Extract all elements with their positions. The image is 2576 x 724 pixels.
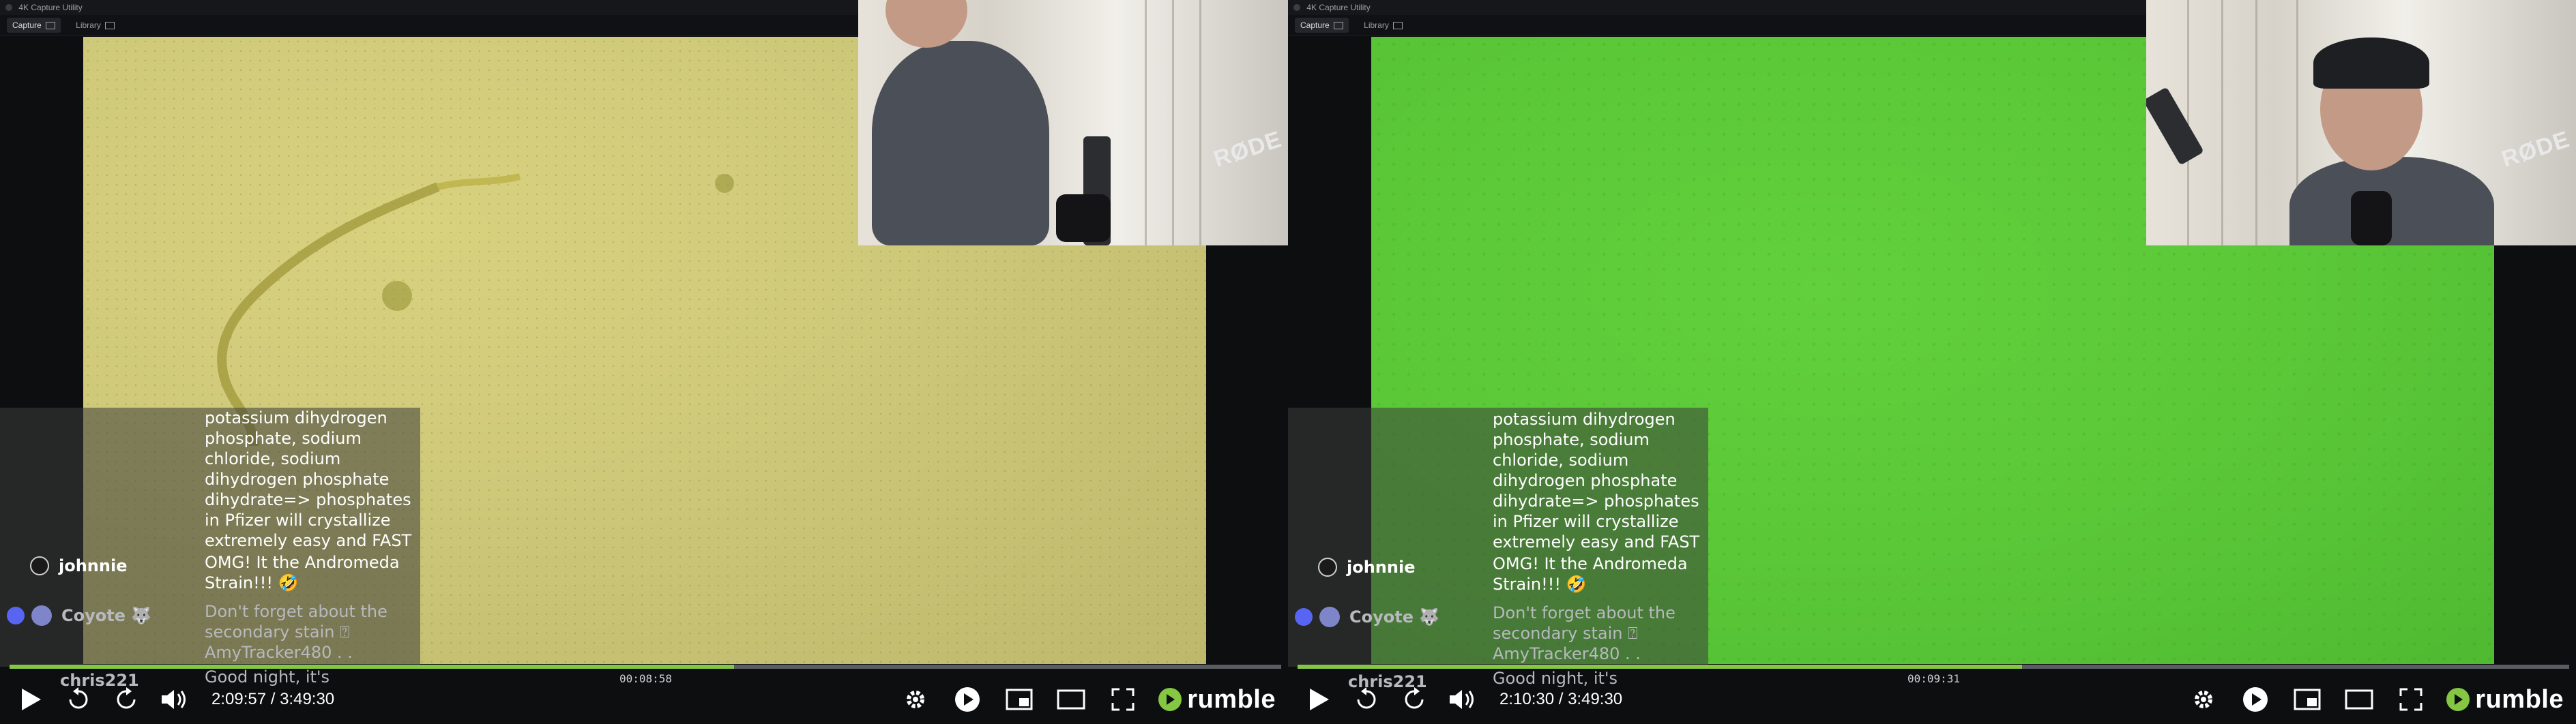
app-title: 4K Capture Utility bbox=[1306, 3, 1371, 12]
play-circle-icon bbox=[955, 687, 980, 712]
rumble-icon bbox=[1158, 688, 1182, 711]
user-avatar-icon bbox=[1318, 558, 1337, 577]
chat-message: Don't forget about the secondary stain ⍰… bbox=[205, 602, 387, 662]
chat-overlay: potassium dihydrogen phosphate, sodium c… bbox=[1288, 408, 1708, 691]
monitor-icon bbox=[45, 21, 55, 29]
player-controls: 2:10:30 / 3:49:30 rumble bbox=[1288, 675, 2576, 724]
fullscreen-button[interactable] bbox=[2385, 679, 2437, 720]
chat-message: potassium dihydrogen phosphate, sodium c… bbox=[205, 408, 412, 550]
play-button[interactable] bbox=[1295, 679, 1343, 720]
forward-button[interactable] bbox=[102, 679, 150, 720]
volume-icon bbox=[1450, 690, 1474, 709]
fullscreen-icon bbox=[2399, 688, 2423, 711]
tab-capture[interactable]: Capture bbox=[1295, 18, 1349, 33]
play-icon bbox=[22, 689, 41, 710]
user-avatar-icon bbox=[30, 556, 49, 575]
chat-user: johnnie bbox=[1318, 558, 1415, 577]
forward-icon bbox=[117, 687, 136, 709]
settings-button[interactable] bbox=[2178, 679, 2229, 720]
forward-icon bbox=[1405, 687, 1424, 709]
user-avatar-icon bbox=[1319, 607, 1340, 627]
app-title: 4K Capture Utility bbox=[18, 3, 83, 12]
play-circle-icon bbox=[2243, 687, 2268, 712]
rumble-icon bbox=[2446, 688, 2470, 711]
seek-bar[interactable] bbox=[10, 665, 1281, 669]
settings-icon bbox=[2195, 691, 2213, 708]
tab-capture[interactable]: Capture bbox=[7, 18, 61, 33]
chat-message: OMG! It the Andromeda Strain!!! 🤣 bbox=[205, 553, 400, 592]
autoplay-toggle[interactable] bbox=[2229, 679, 2281, 720]
play-button[interactable] bbox=[7, 679, 55, 720]
volume-button[interactable] bbox=[150, 679, 198, 720]
tab-library[interactable]: Library bbox=[1358, 18, 1408, 33]
volume-icon bbox=[162, 690, 186, 709]
webcam-feed: RØDE bbox=[858, 0, 1288, 245]
rewind-button[interactable] bbox=[1343, 679, 1390, 720]
webcam-feed: RØDE bbox=[2146, 0, 2576, 245]
settings-icon bbox=[907, 691, 925, 708]
play-icon bbox=[1310, 689, 1329, 710]
autoplay-toggle[interactable] bbox=[941, 679, 993, 720]
grid-icon bbox=[1392, 21, 1403, 29]
pip-button[interactable] bbox=[993, 679, 1045, 720]
chat-message: Don't forget about the secondary stain ⍰… bbox=[1493, 603, 1675, 663]
chat-user: Coyote 🐺 bbox=[7, 605, 151, 626]
time-display: 2:10:30 / 3:49:30 bbox=[1499, 690, 1623, 708]
app-icon bbox=[5, 4, 12, 11]
theater-icon bbox=[1057, 689, 1085, 710]
rewind-button[interactable] bbox=[55, 679, 102, 720]
picture-in-picture-icon bbox=[1006, 689, 1033, 710]
forward-button[interactable] bbox=[1390, 679, 1438, 720]
grid-icon bbox=[104, 21, 115, 29]
seek-progress bbox=[10, 665, 735, 669]
theater-button[interactable] bbox=[2333, 679, 2385, 720]
picture-in-picture-icon bbox=[2294, 689, 2321, 710]
tab-library[interactable]: Library bbox=[70, 18, 120, 33]
player-panel-right: 4K Capture Utility Capture Library RØDE … bbox=[1288, 0, 2576, 724]
player-panel-left: 4K Capture Utility Capture Library RØDE … bbox=[0, 0, 1288, 724]
app-icon bbox=[1293, 4, 1300, 11]
seek-bar[interactable] bbox=[1298, 665, 2569, 669]
discord-icon bbox=[1295, 608, 1313, 626]
monitor-icon bbox=[1333, 21, 1343, 29]
fullscreen-icon bbox=[1111, 688, 1135, 711]
chat-message: potassium dihydrogen phosphate, sodium c… bbox=[1493, 410, 1700, 552]
volume-button[interactable] bbox=[1438, 679, 1486, 720]
rumble-logo[interactable]: rumble bbox=[2446, 685, 2564, 714]
chat-user: Coyote 🐺 bbox=[1295, 607, 1439, 627]
rode-logo: RØDE bbox=[1210, 126, 1285, 172]
time-display: 2:09:57 / 3:49:30 bbox=[211, 690, 335, 708]
discord-icon bbox=[7, 607, 25, 624]
settings-button[interactable] bbox=[890, 679, 941, 720]
chat-message: OMG! It the Andromeda Strain!!! 🤣 bbox=[1493, 554, 1688, 594]
chat-overlay: potassium dihydrogen phosphate, sodium c… bbox=[0, 408, 420, 690]
seek-progress bbox=[1298, 665, 2023, 669]
player-controls: 2:09:57 / 3:49:30 rumble bbox=[0, 675, 1288, 724]
rumble-logo[interactable]: rumble bbox=[1158, 685, 1276, 714]
theater-button[interactable] bbox=[1045, 679, 1097, 720]
chat-user: johnnie bbox=[30, 556, 127, 575]
pip-button[interactable] bbox=[2281, 679, 2333, 720]
user-avatar-icon bbox=[31, 605, 52, 626]
rewind-icon bbox=[69, 687, 88, 709]
rode-logo: RØDE bbox=[2498, 126, 2573, 172]
theater-icon bbox=[2345, 689, 2373, 710]
fullscreen-button[interactable] bbox=[1097, 679, 1149, 720]
rewind-icon bbox=[1357, 687, 1376, 709]
